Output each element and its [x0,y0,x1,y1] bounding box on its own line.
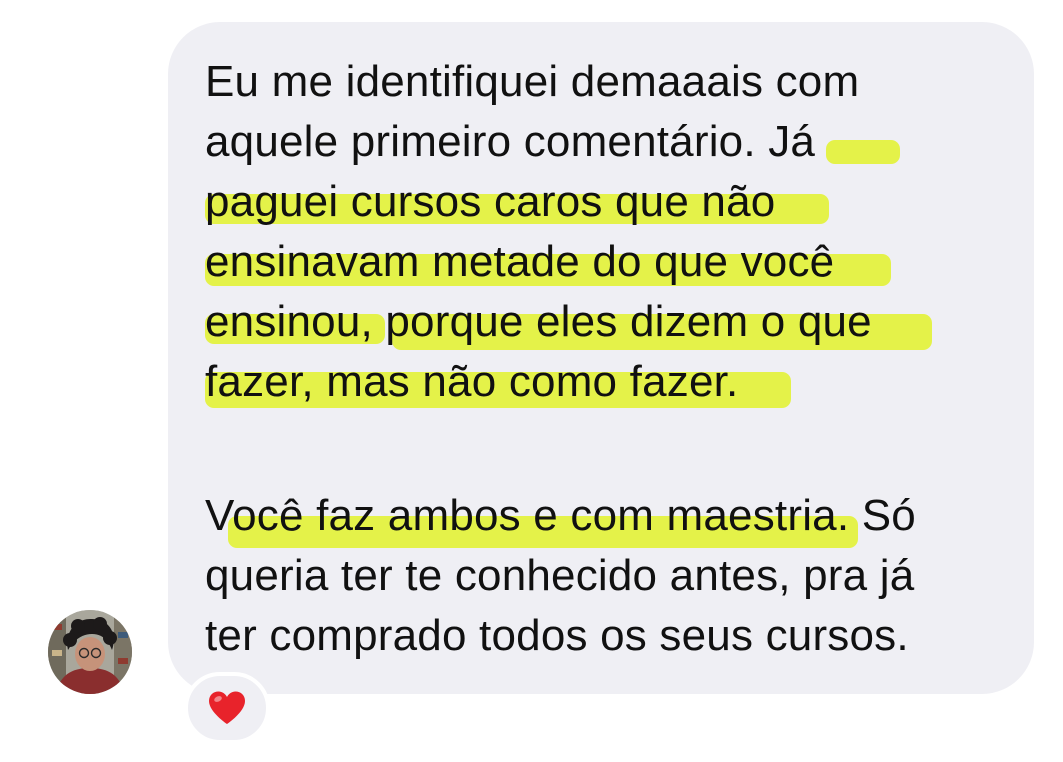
heart-icon [209,691,245,724]
reaction-badge[interactable] [184,672,270,744]
message-text-line: ensinou, porque eles dizem o que [205,297,872,346]
highlight-mark [826,140,900,164]
message-text-line: aquele primeiro comentário. Já [205,117,816,166]
avatar-image [48,610,132,694]
message-text-line: Você faz ambos e com maestria. Só [205,491,916,540]
message-text-line: fazer, mas não como fazer. [205,357,739,406]
message-text-line: paguei cursos caros que não [205,177,776,226]
message-text-line: ter comprado todos os seus cursos. [205,611,909,660]
message-text-line: ensinavam metade do que você [205,237,835,286]
avatar[interactable] [48,610,132,694]
message-text-line: queria ter te conhecido antes, pra já [205,551,915,600]
message-text-line: Eu me identifiquei demaaais com [205,57,860,106]
